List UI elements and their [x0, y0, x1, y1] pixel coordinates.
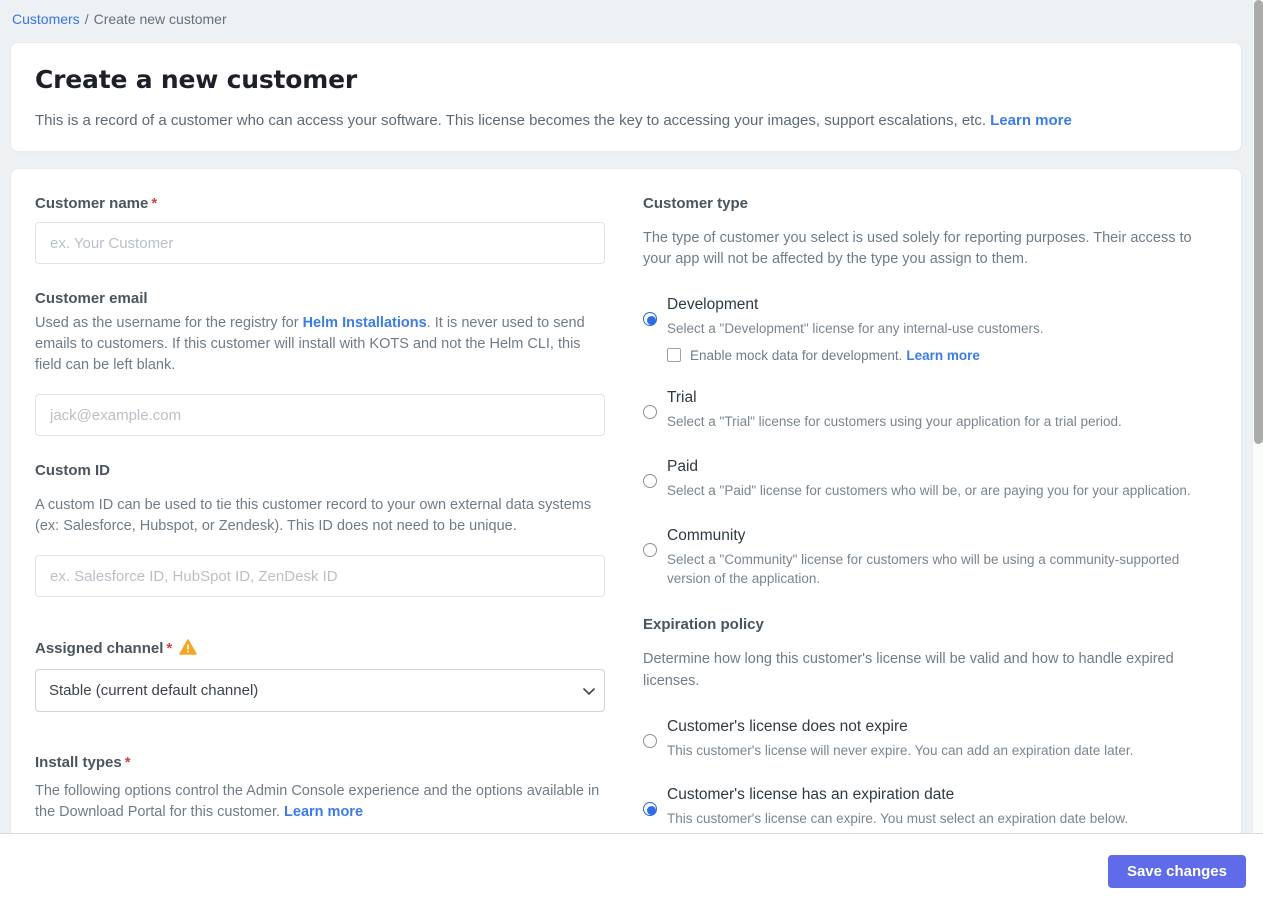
customer-email-help: Used as the username for the registry fo… [35, 313, 605, 376]
custom-id-input[interactable] [35, 555, 605, 598]
page-header-card: Create a new customer This is a record o… [10, 42, 1242, 152]
radio-development[interactable] [643, 312, 657, 327]
mock-data-row: Enable mock data for development. Learn m… [667, 348, 1199, 363]
customer-email-input[interactable] [35, 394, 605, 437]
assigned-channel-label: Assigned channel * [35, 639, 605, 659]
option-title-community: Community [667, 526, 746, 544]
form-right-column: Customer type The type of customer you s… [643, 195, 1199, 841]
option-title-trial: Trial [667, 388, 697, 406]
form-left-column: Customer name* Customer email Used as th… [35, 195, 605, 841]
helm-installations-link[interactable]: Helm Installations [303, 315, 427, 331]
email-help-before: Used as the username for the registry fo… [35, 315, 303, 331]
radio-license-has-expiration[interactable] [643, 802, 657, 817]
option-title-development: Development [667, 296, 759, 314]
option-desc-no-expire: This customer's license will never expir… [667, 742, 1134, 758]
radio-community[interactable] [643, 542, 657, 557]
create-customer-page: Customers / Create new customer Create a n… [0, 0, 1263, 905]
customer-type-help: The type of customer you select is used … [643, 230, 1192, 268]
option-body: Customer's license has an expiration dat… [667, 786, 1199, 829]
customer-type-option-community: Community Select a "Community" license f… [643, 527, 1199, 589]
breadcrumb-customers-link[interactable]: Customers [12, 11, 80, 27]
radio-license-no-expire[interactable] [643, 733, 657, 748]
install-types-label-text: Install types [35, 754, 122, 772]
customer-name-label: Customer name * [35, 195, 605, 212]
form-footer-bar: Save changes [0, 833, 1263, 905]
required-asterisk: * [151, 195, 158, 212]
option-title-paid: Paid [667, 457, 699, 475]
mock-data-label: Enable mock data for development. Learn m… [690, 348, 980, 363]
expiration-policy-label: Expiration policy [643, 616, 764, 634]
scrollbar-track[interactable] [1252, 0, 1263, 833]
option-body: Paid Select a "Paid" license for custome… [667, 458, 1199, 501]
option-title-has-date: Customer's license has an expiration dat… [667, 786, 955, 804]
customer-email-label: Customer email [35, 290, 148, 307]
option-desc-paid: Select a "Paid" license for customers wh… [667, 482, 1191, 498]
install-types-label: Install types * [35, 754, 605, 771]
mock-data-learn-more-link[interactable]: Learn more [906, 348, 980, 363]
save-changes-button[interactable]: Save changes [1107, 855, 1246, 888]
assigned-channel-label-text: Assigned channel [35, 640, 164, 658]
option-title-no-expire: Customer's license does not expire [667, 717, 908, 735]
customer-form-card: Customer name* Customer email Used as th… [10, 168, 1242, 868]
scrollbar-thumb[interactable] [1254, 0, 1263, 444]
option-desc-trial: Select a "Trial" license for customers u… [667, 413, 1122, 429]
expiration-policy-help: Determine how long this customer's licen… [643, 651, 1174, 689]
enable-mock-data-checkbox[interactable] [667, 348, 681, 363]
install-types-help: The following options control the Admin … [35, 781, 605, 823]
option-body: Customer's license does not expire This … [667, 718, 1199, 761]
option-body: Trial Select a "Trial" license for custo… [667, 389, 1199, 432]
breadcrumb: Customers / Create new customer [0, 0, 1263, 36]
option-desc-has-date: This customer's license can expire. You … [667, 811, 1129, 827]
expiration-option-has-date: Customer's license has an expiration dat… [643, 786, 1199, 829]
customer-type-option-development: Development Select a "Development" licen… [643, 296, 1199, 363]
breadcrumb-separator: / [84, 11, 89, 27]
required-asterisk: * [124, 754, 131, 772]
required-asterisk: * [166, 640, 173, 658]
customer-type-label: Customer type [643, 195, 749, 212]
customer-name-input[interactable] [35, 222, 605, 264]
header-learn-more-link[interactable]: Learn more [990, 112, 1072, 129]
option-body: Community Select a "Community" license f… [667, 527, 1199, 589]
install-types-learn-more-link[interactable]: Learn more [284, 804, 363, 820]
radio-trial[interactable] [643, 404, 657, 419]
custom-id-label: Custom ID [35, 462, 110, 480]
option-desc-community: Select a "Community" license for custome… [667, 551, 1180, 586]
mock-data-label-text: Enable mock data for development. [690, 347, 903, 363]
custom-id-help: A custom ID can be used to tie this cust… [35, 497, 592, 535]
customer-type-option-paid: Paid Select a "Paid" license for custome… [643, 458, 1199, 501]
assigned-channel-select[interactable]: Stable (current default channel) [35, 669, 605, 713]
option-body: Development Select a "Development" licen… [667, 296, 1199, 363]
customer-type-option-trial: Trial Select a "Trial" license for custo… [643, 389, 1199, 432]
option-desc-development: Select a "Development" license for any i… [667, 321, 1044, 337]
page-description: This is a record of a customer who can a… [35, 110, 1217, 131]
breadcrumb-current: Create new customer [93, 11, 227, 27]
page-description-text: This is a record of a customer who can a… [35, 112, 986, 129]
radio-paid[interactable] [643, 473, 657, 488]
warning-triangle-icon [179, 639, 197, 659]
expiration-option-no-expire: Customer's license does not expire This … [643, 718, 1199, 761]
customer-name-label-text: Customer name [35, 195, 149, 212]
page-title: Create a new customer [35, 65, 357, 94]
